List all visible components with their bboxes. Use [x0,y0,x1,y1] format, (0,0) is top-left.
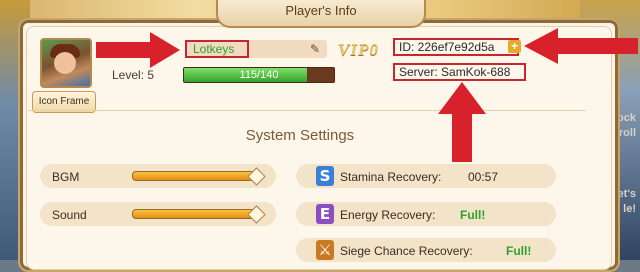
energy-e-icon: E [316,204,334,224]
siege-icon: ⚔ [316,240,334,260]
dialog-title: Player's Info [216,0,426,28]
arrow-left-icon [524,28,638,64]
sound-row: Sound [40,202,276,226]
sound-slider[interactable] [132,209,258,219]
energy-label: Energy Recovery: [340,208,436,222]
bgm-slider[interactable] [132,171,258,181]
bgm-label: BGM [52,170,80,184]
divider [28,110,586,111]
player-name: Lotkeys [193,42,235,56]
energy-value: Full! [460,208,486,222]
level-label: Level: 5 [112,68,155,82]
siege-value: Full! [506,244,532,258]
system-settings-title: System Settings [245,127,355,144]
stamina-value: 00:57 [468,170,499,184]
background-text: le! [623,203,636,215]
sound-label: Sound [52,208,87,222]
stamina-row: S Stamina Recovery: 00:57 [296,164,556,188]
energy-row: E Energy Recovery: Full! [296,202,556,226]
arrow-right-icon [96,32,180,68]
vip-badge: VIP0 [338,40,379,59]
xp-bar: 115/140 [183,67,335,83]
xp-text: 115/140 [239,69,279,81]
player-id: ID: 226ef7e92d5a [393,38,519,56]
copy-id-plus-icon[interactable]: + [508,40,521,53]
server-label: Server: SamKok-688 [393,63,526,81]
edit-pencil-icon[interactable]: ✎ [310,42,320,56]
bgm-row: BGM [40,164,276,188]
siege-row: ⚔ Siege Chance Recovery: Full! [296,238,556,262]
stamina-s-icon: S [316,166,334,186]
avatar-face [54,52,76,74]
avatar[interactable] [40,38,92,88]
arrow-up-icon [438,82,486,162]
siege-label: Siege Chance Recovery: [340,244,473,258]
stamina-label: Stamina Recovery: [340,170,442,184]
